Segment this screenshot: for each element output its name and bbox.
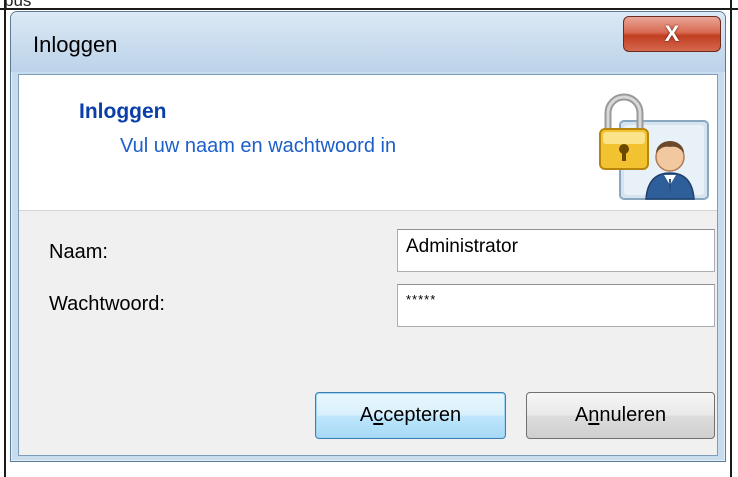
background-edge-top: [0, 8, 738, 10]
lock-user-icon: [599, 93, 709, 200]
header-subtitle: Vul uw naam en wachtwoord in: [120, 135, 397, 157]
title-bar[interactable]: Inloggen X: [11, 12, 725, 72]
accept-button-label: Accepteren: [359, 404, 462, 426]
window-title: Inloggen: [33, 32, 118, 57]
login-dialog: Inloggen X Inloggen Vul uw naam en wacht…: [10, 11, 726, 462]
background-edge-right: [730, 0, 732, 477]
cancel-button-label: Annuleren: [574, 404, 667, 426]
close-button[interactable]: X: [623, 16, 721, 52]
name-label: Naam:: [49, 241, 108, 263]
background-edge-left: [4, 0, 6, 477]
cancel-button[interactable]: Annuleren: [526, 392, 715, 439]
accept-button[interactable]: Accepteren: [315, 392, 506, 439]
dialog-client-area: Inloggen Vul uw naam en wachtwoord in Na…: [18, 74, 718, 456]
header-title: Inloggen: [79, 100, 167, 123]
close-icon: X: [664, 21, 680, 46]
dialog-header: Inloggen Vul uw naam en wachtwoord in: [19, 75, 717, 211]
password-input[interactable]: *****: [397, 284, 715, 327]
password-label: Wachtwoord:: [49, 293, 165, 315]
name-input[interactable]: Administrator: [397, 229, 715, 272]
